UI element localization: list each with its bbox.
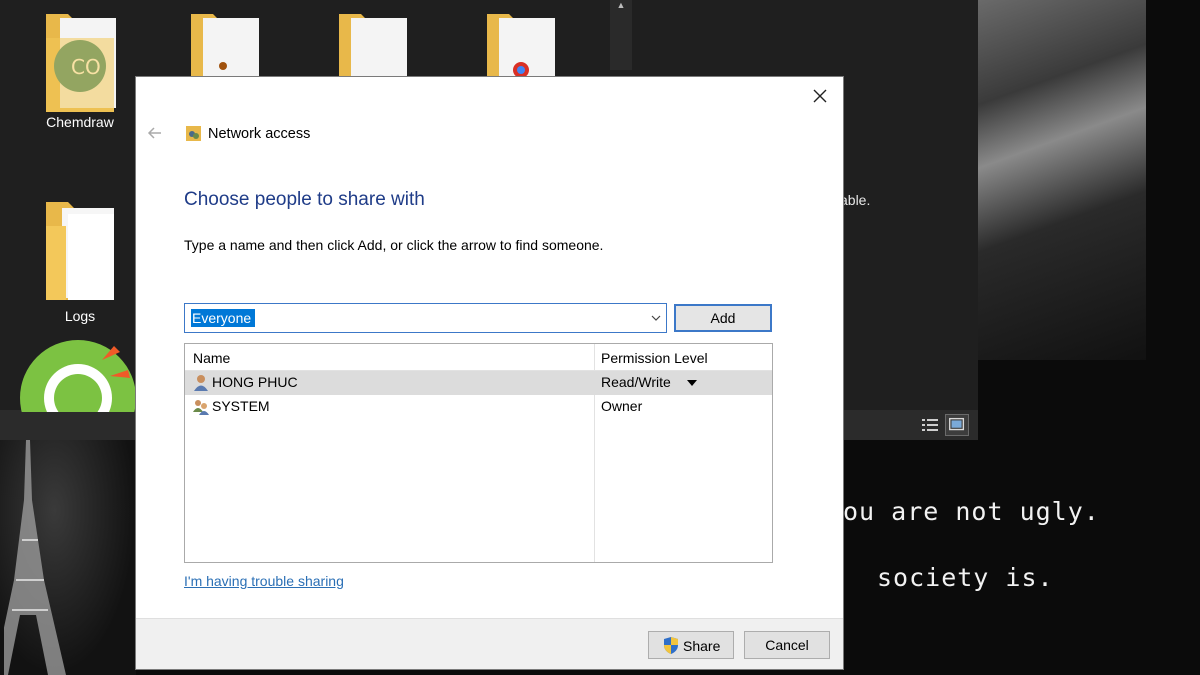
network-share-icon: [186, 126, 201, 141]
name-combobox[interactable]: [184, 303, 667, 333]
share-label: Share: [683, 638, 721, 654]
share-list: Name Permission Level HONG PHUC Read/Wri…: [184, 343, 773, 563]
chemdraw-folder-icon: CO: [46, 14, 116, 112]
list-item[interactable]: SYSTEM Owner: [185, 395, 772, 419]
dialog-footer: Share Cancel: [136, 618, 843, 669]
add-button[interactable]: Add: [674, 304, 772, 332]
desktop-folder[interactable]: [180, 8, 270, 78]
group-users-icon: [193, 400, 209, 415]
wallpaper-photo: [978, 0, 1146, 360]
back-arrow-icon[interactable]: [145, 123, 165, 143]
folder-icon: [487, 14, 555, 78]
dialog-heading: Choose people to share with: [184, 189, 425, 210]
cancel-button[interactable]: Cancel: [744, 631, 830, 659]
uac-shield-icon: [664, 637, 678, 654]
wallpaper-quote-line-1: ou are not ugly.: [843, 497, 1100, 526]
desktop-folder[interactable]: [476, 8, 566, 78]
large-icons-view-icon[interactable]: [945, 414, 969, 436]
dialog-title: Network access: [208, 126, 311, 142]
permission-level[interactable]: Read/Write: [601, 374, 671, 390]
permission-dropdown-arrow-icon[interactable]: [686, 379, 698, 387]
permission-level: Owner: [601, 398, 643, 414]
list-header: Name Permission Level: [185, 344, 772, 371]
share-button[interactable]: Share: [648, 631, 734, 659]
column-header-name[interactable]: Name: [193, 350, 230, 366]
name-input[interactable]: [188, 307, 638, 329]
desktop-icon-label: Logs: [64, 308, 96, 324]
desktop-icon-logs[interactable]: Logs: [35, 196, 125, 324]
eiffel-tower-image: [4, 440, 66, 675]
user-icon: [194, 375, 208, 391]
network-access-dialog: Network access Choose people to share wi…: [135, 76, 844, 670]
chevron-down-icon[interactable]: [650, 312, 662, 324]
trouble-sharing-link[interactable]: I'm having trouble sharing: [184, 573, 344, 589]
explorer-scrollbar[interactable]: [610, 0, 632, 70]
background-partial-text: able.: [840, 192, 871, 208]
list-item[interactable]: HONG PHUC Read/Write: [185, 371, 772, 395]
dialog-instruction: Type a name and then click Add, or click…: [184, 237, 604, 253]
close-icon[interactable]: [809, 85, 831, 107]
app-logo-icon[interactable]: [18, 336, 136, 412]
folder-icon: [339, 14, 407, 78]
desktop-icon-label: Chemdraw: [46, 114, 114, 130]
wallpaper-quote-line-2: society is.: [877, 563, 1054, 592]
scroll-up-arrow-icon[interactable]: ▲: [610, 0, 632, 10]
desktop-icon-chemdraw[interactable]: CO Chemdraw: [35, 8, 125, 130]
desktop-folder[interactable]: [328, 8, 418, 78]
folder-icon: [46, 202, 114, 300]
folder-icon: [191, 14, 259, 78]
column-header-permission[interactable]: Permission Level: [601, 350, 708, 366]
user-name: HONG PHUC: [212, 374, 298, 390]
details-view-icon[interactable]: [918, 414, 942, 436]
user-name: SYSTEM: [212, 398, 270, 414]
